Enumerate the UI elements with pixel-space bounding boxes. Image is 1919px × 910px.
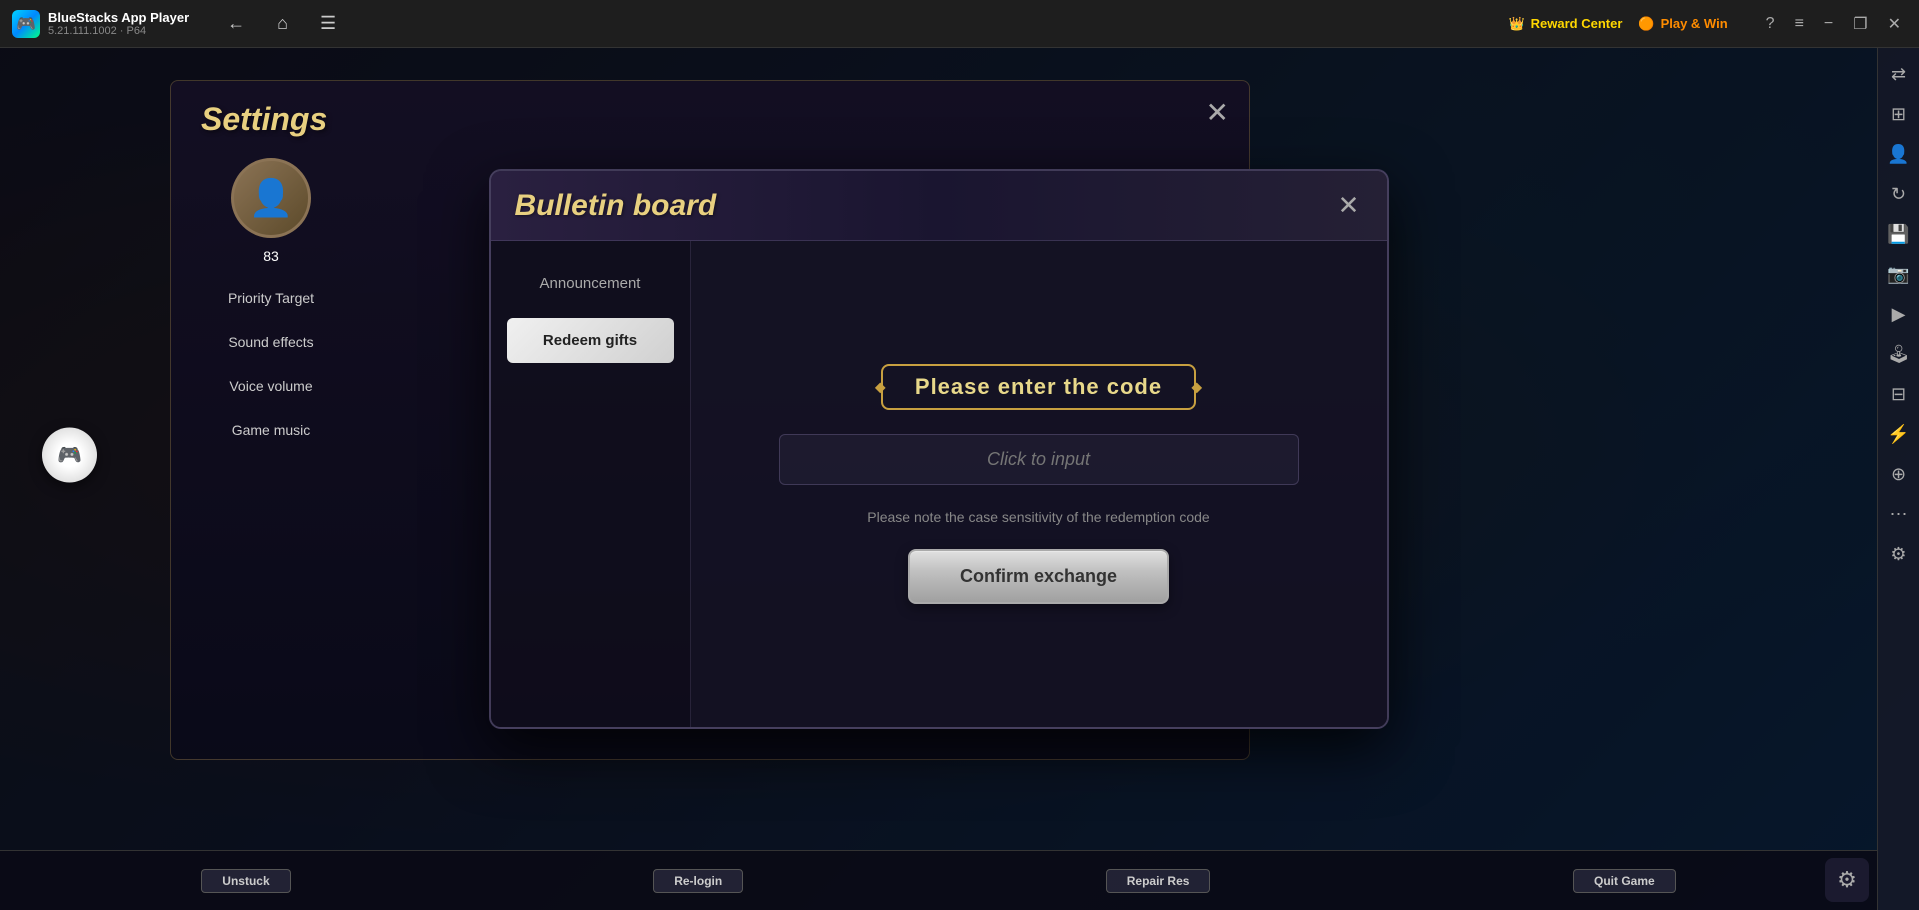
quit-game-button[interactable]: Quit Game <box>1573 869 1676 893</box>
window-controls: ? ≡ − ❐ ✕ <box>1760 10 1907 38</box>
minimize-button[interactable]: − <box>1818 11 1839 37</box>
modal-header: Bulletin board ✕ <box>491 171 1387 241</box>
bulletin-board-modal: Bulletin board ✕ Announcement Redeem gif… <box>489 169 1389 729</box>
code-input-field[interactable] <box>779 434 1299 485</box>
sidebar-macro-icon[interactable]: ⊕ <box>1881 456 1917 492</box>
topbar-right: 👑 Reward Center 🟠 Play & Win ? ≡ − ❐ ✕ <box>1508 10 1907 38</box>
code-title-section: Please enter the code <box>881 364 1196 410</box>
sidebar-more-icon[interactable]: ⋯ <box>1881 496 1917 532</box>
close-button[interactable]: ✕ <box>1882 10 1907 38</box>
back-button[interactable]: ← <box>219 9 253 38</box>
sidebar-save-icon[interactable]: 💾 <box>1881 216 1917 252</box>
sidebar-multi-icon[interactable]: ⊟ <box>1881 376 1917 412</box>
relogin-button[interactable]: Re-login <box>653 869 743 893</box>
sidebar-arrows-icon[interactable]: ⇄ <box>1881 56 1917 92</box>
app-icon: 🎮 <box>12 10 40 38</box>
play-win-label: Play & Win <box>1661 16 1728 31</box>
reward-center-label: Reward Center <box>1531 16 1623 31</box>
tab-redeem-gifts[interactable]: Redeem gifts <box>507 318 674 363</box>
modal-sidebar: Announcement Redeem gifts <box>491 241 691 727</box>
right-sidebar: ⇄ ⊞ 👤 ↻ 💾 📷 ▶ 🕹 ⊟ ⚡ ⊕ ⋯ ⚙ <box>1877 48 1919 910</box>
redeem-content: Please enter the code Please note the ca… <box>691 241 1387 727</box>
unstuck-button[interactable]: Unstuck <box>201 869 290 893</box>
menu-button[interactable]: ≡ <box>1789 11 1810 37</box>
sidebar-eco-icon[interactable]: ⚡ <box>1881 416 1917 452</box>
sidebar-screenshot-icon[interactable]: 📷 <box>1881 256 1917 292</box>
sidebar-settings-icon[interactable]: ⚙ <box>1881 536 1917 572</box>
nav-buttons: ← ⌂ ☰ <box>219 9 344 38</box>
confirm-exchange-button[interactable]: Confirm exchange <box>908 549 1169 604</box>
sidebar-person-icon[interactable]: 👤 <box>1881 136 1917 172</box>
modal-body: Announcement Redeem gifts Please enter t… <box>491 241 1387 727</box>
home-button[interactable]: ⌂ <box>269 9 296 38</box>
crown-icon: 👑 <box>1508 16 1524 32</box>
case-sensitivity-note: Please note the case sensitivity of the … <box>867 509 1209 525</box>
repair-res-button[interactable]: Repair Res <box>1106 869 1211 893</box>
app-name: BlueStacks App Player <box>48 10 189 25</box>
modal-title: Bulletin board <box>515 189 717 223</box>
topbar: 🎮 BlueStacks App Player 5.21.111.1002 · … <box>0 0 1919 48</box>
app-version: 5.21.111.1002 · P64 <box>48 25 189 37</box>
modal-close-button[interactable]: ✕ <box>1331 187 1367 223</box>
play-win-button[interactable]: 🟠 Play & Win <box>1638 16 1727 32</box>
tab-announcement[interactable]: Announcement <box>507 261 674 306</box>
bookmark-button[interactable]: ☰ <box>312 9 344 38</box>
code-input-wrapper <box>779 434 1299 485</box>
reward-center-button[interactable]: 👑 Reward Center <box>1508 16 1622 32</box>
modal-backdrop: Bulletin board ✕ Announcement Redeem gif… <box>0 48 1877 850</box>
sidebar-joystick-icon[interactable]: 🕹 <box>1881 336 1917 372</box>
help-button[interactable]: ? <box>1760 11 1781 37</box>
confirm-exchange-label: Confirm exchange <box>960 565 1117 588</box>
bottom-bar: Unstuck Re-login Repair Res Quit Game <box>0 850 1877 910</box>
app-info: BlueStacks App Player 5.21.111.1002 · P6… <box>48 10 189 37</box>
sidebar-layout-icon[interactable]: ⊞ <box>1881 96 1917 132</box>
restore-button[interactable]: ❐ <box>1847 10 1873 38</box>
code-title-box: Please enter the code <box>881 364 1196 410</box>
code-title-text: Please enter the code <box>915 374 1162 399</box>
sidebar-refresh-icon[interactable]: ↻ <box>1881 176 1917 212</box>
app-logo: 🎮 BlueStacks App Player 5.21.111.1002 · … <box>12 10 189 38</box>
bottom-settings-icon[interactable]: ⚙ <box>1825 858 1869 902</box>
coin-icon: 🟠 <box>1638 16 1654 32</box>
sidebar-video-icon[interactable]: ▶ <box>1881 296 1917 332</box>
